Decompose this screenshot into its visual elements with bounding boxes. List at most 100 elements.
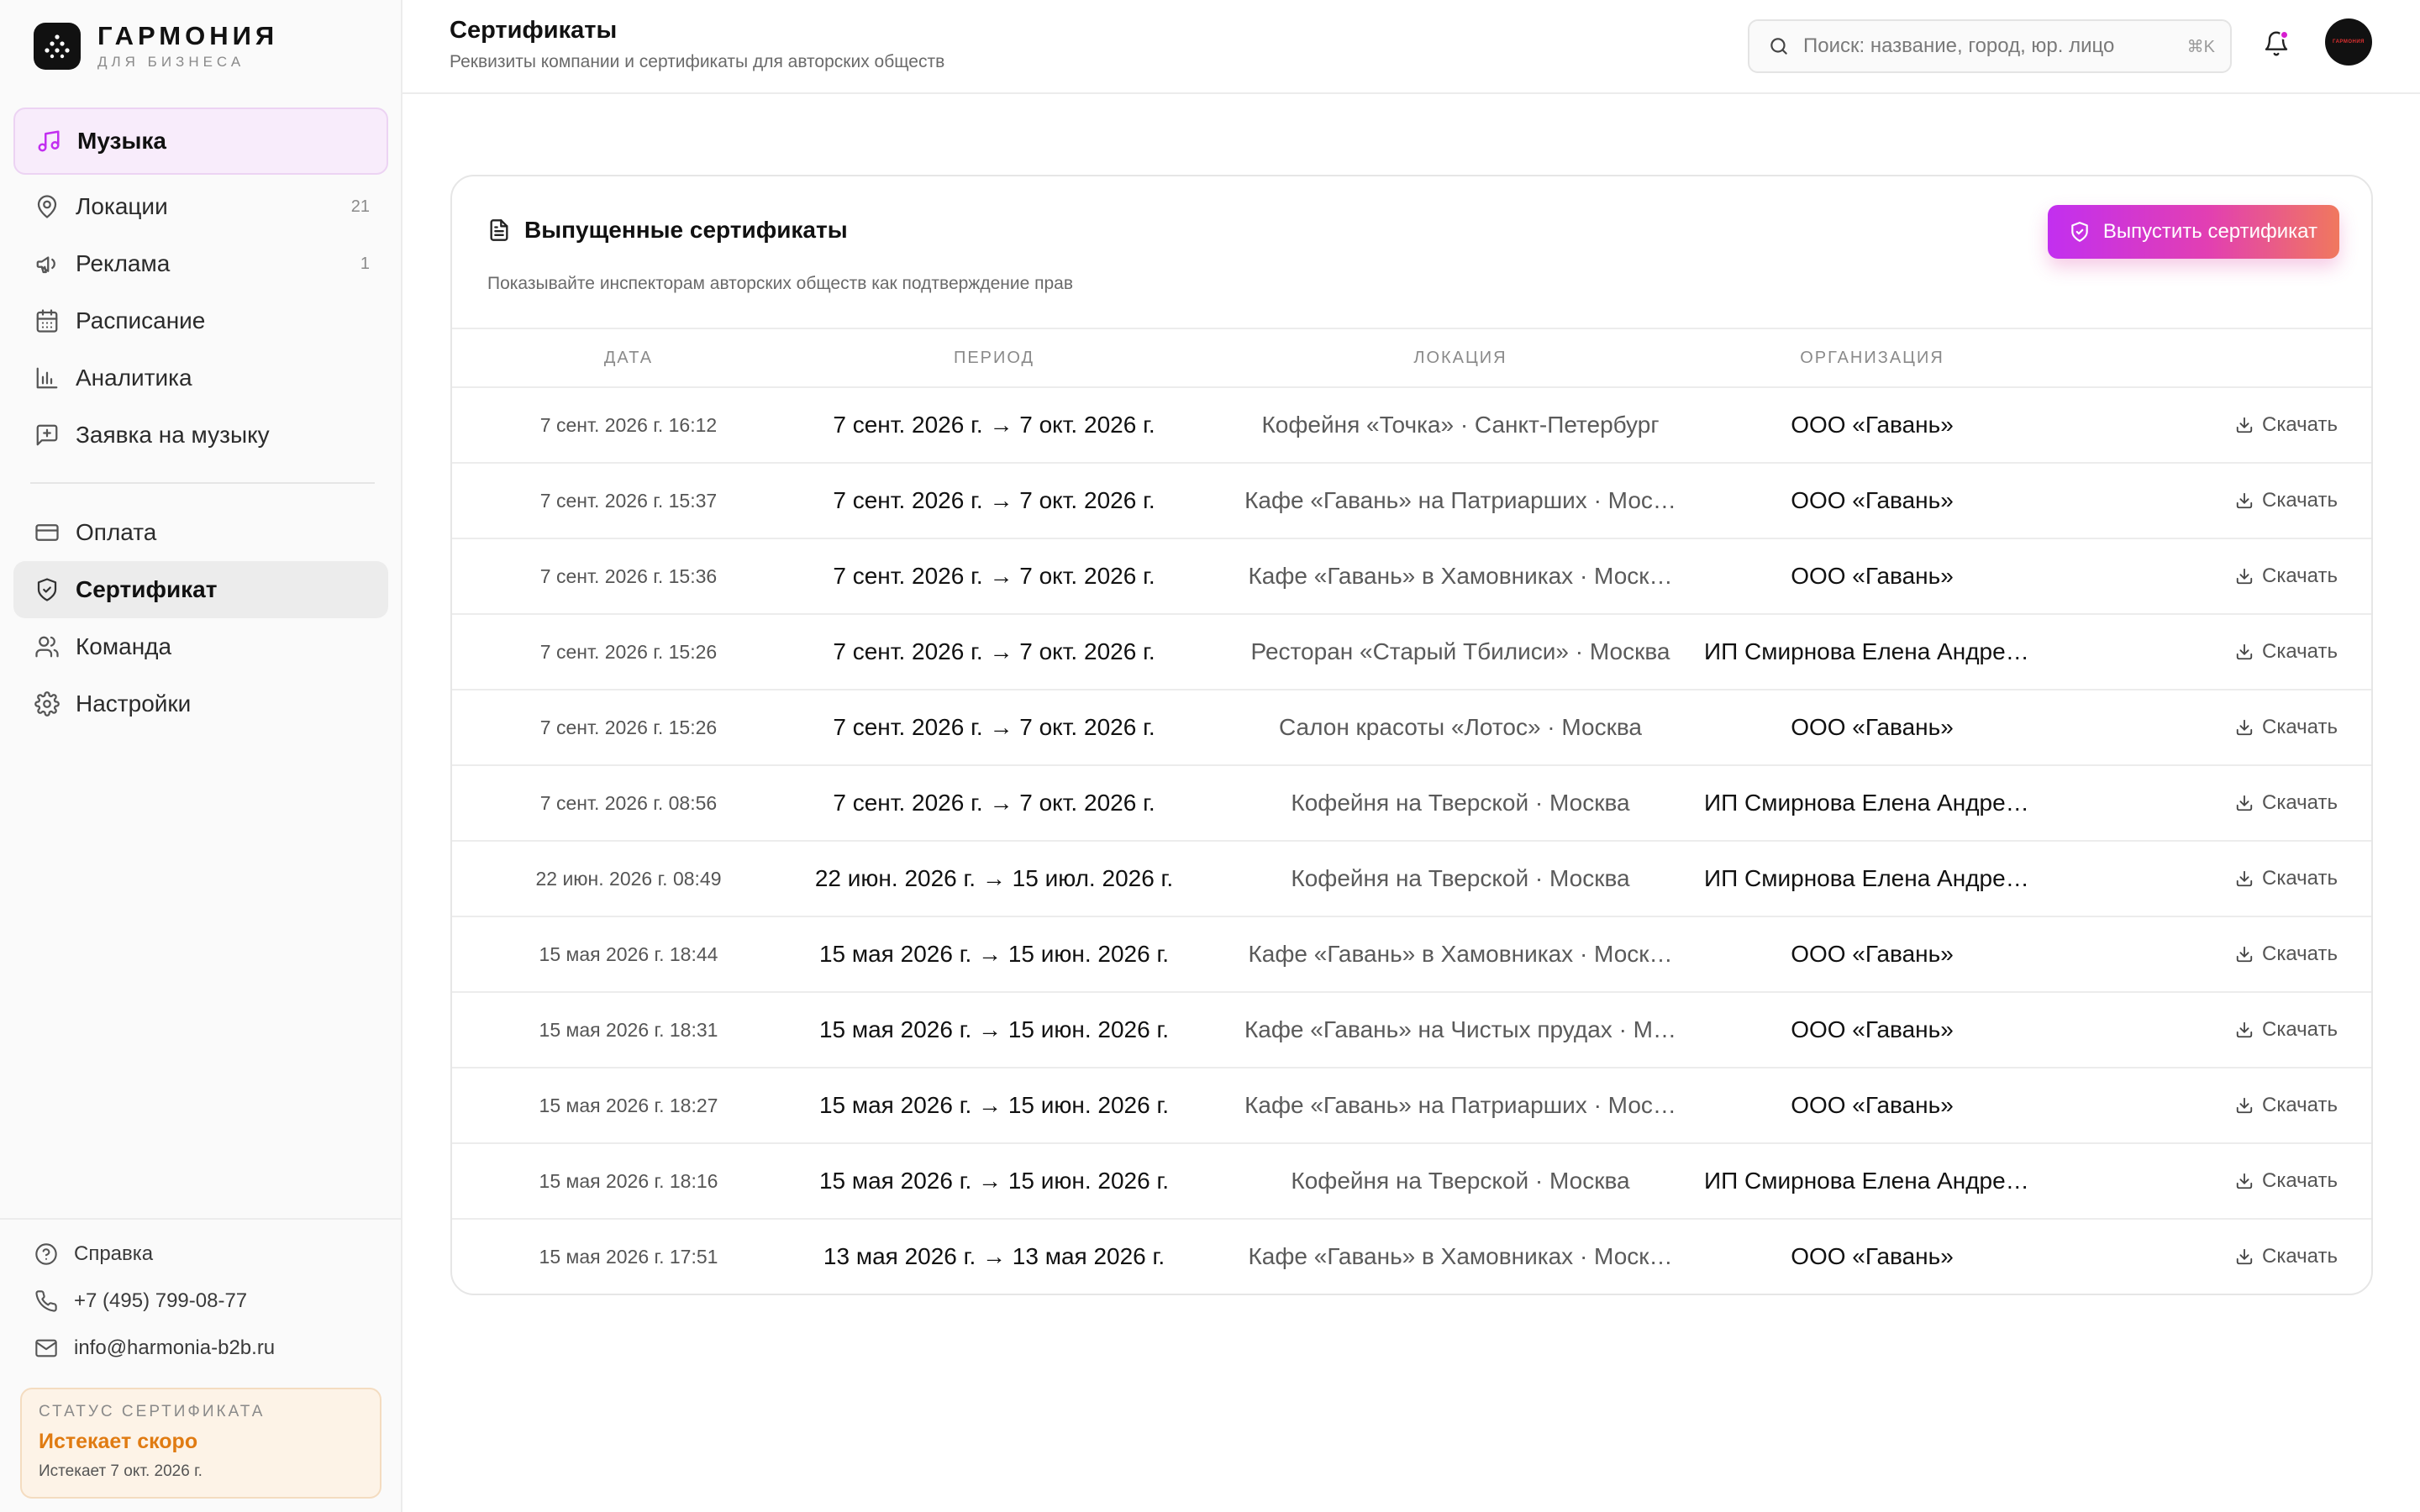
status-value: Истекает скоро	[39, 1430, 198, 1453]
download-button[interactable]: Скачать	[2233, 1068, 2338, 1142]
card-subtitle: Показывайте инспекторам авторских общест…	[487, 274, 1074, 293]
download-icon	[2233, 717, 2255, 738]
download-button[interactable]: Скачать	[2233, 1220, 2338, 1294]
email-link[interactable]: info@harmonia-b2b.ru	[34, 1336, 275, 1361]
cell-period: 15 мая 2026 г. → 15 июн. 2026 г.	[818, 941, 1170, 967]
download-label: Скачать	[2262, 1094, 2338, 1116]
sidebar-footer-divider	[0, 1218, 402, 1220]
download-button[interactable]: Скачать	[2233, 917, 2338, 991]
sidebar-item-music-request[interactable]: Заявка на музыку	[13, 407, 388, 464]
column-header-period[interactable]: ПЕРИОД	[771, 329, 1217, 386]
column-header-date[interactable]: ДАТА	[486, 329, 771, 386]
column-header-location[interactable]: ЛОКАЦИЯ	[1242, 329, 1679, 386]
download-button[interactable]: Скачать	[2233, 766, 2338, 840]
status-expiry: Истекает 7 окт. 2026 г.	[39, 1462, 203, 1480]
table-row: 7 сент. 2026 г. 15:36 7 сент. 2026 г. → 7…	[452, 539, 2371, 615]
sidebar-item-locations[interactable]: Локации 21	[13, 178, 388, 235]
download-icon	[2233, 565, 2255, 587]
cell-period: 15 мая 2026 г. → 15 июн. 2026 г.	[818, 1016, 1170, 1042]
brand-logo-icon	[34, 23, 81, 70]
sidebar-item-label: Реклама	[76, 250, 171, 276]
shield-check-icon	[2068, 220, 2091, 244]
certificates-table-body: 7 сент. 2026 г. 16:12 7 сент. 2026 г. → 7…	[452, 388, 2371, 1294]
table-row: 7 сент. 2026 г. 16:12 7 сент. 2026 г. → 7…	[452, 388, 2371, 464]
table-row: 15 мая 2026 г. 17:51 13 мая 2026 г. → 13 …	[452, 1220, 2371, 1294]
shield-icon	[32, 575, 62, 605]
download-icon	[2233, 414, 2255, 436]
help-circle-icon	[34, 1242, 59, 1267]
cell-organization: ИП Смирнова Елена Андреевна	[1704, 638, 2040, 664]
cell-location: Кафе «Гавань» в Хамовниках · Моск…	[1248, 563, 1673, 589]
search-input[interactable]	[1803, 34, 2173, 58]
cell-location: Кофейня на Тверской · Москва	[1291, 790, 1630, 816]
cell-period: 13 мая 2026 г. → 13 мая 2026 г.	[823, 1243, 1165, 1269]
sidebar-item-analytics[interactable]: Аналитика	[13, 349, 388, 407]
cell-period: 15 мая 2026 г. → 15 июн. 2026 г.	[818, 1168, 1170, 1194]
search-box[interactable]: ⌘K	[1748, 19, 2232, 73]
notifications-button[interactable]	[2260, 29, 2293, 62]
cell-period: 7 сент. 2026 г. → 7 окт. 2026 г.	[833, 563, 1155, 589]
cell-location: Кофейня на Тверской · Москва	[1291, 865, 1630, 891]
download-button[interactable]: Скачать	[2233, 539, 2338, 613]
cell-date: 22 июн. 2026 г. 08:49	[535, 868, 722, 890]
cell-location: Кафе «Гавань» в Хамовниках · Моск…	[1248, 1243, 1673, 1269]
cell-period: 7 сент. 2026 г. → 7 окт. 2026 г.	[833, 412, 1155, 438]
card-header: Выпущенные сертификаты	[486, 217, 848, 244]
phone-link[interactable]: +7 (495) 799-08-77	[34, 1289, 247, 1314]
download-icon	[2233, 868, 2255, 890]
download-icon	[2233, 641, 2255, 663]
download-button[interactable]: Скачать	[2233, 464, 2338, 538]
download-label: Скачать	[2262, 489, 2338, 512]
sidebar-item-label: Аналитика	[76, 365, 192, 391]
cell-location: Кафе «Гавань» в Хамовниках · Моск…	[1248, 941, 1673, 967]
download-icon	[2233, 490, 2255, 512]
issue-certificate-button[interactable]: Выпустить сертификат	[2047, 205, 2339, 259]
cell-location: Салон красоты «Лотос» · Москва	[1278, 714, 1642, 740]
download-icon	[2233, 1246, 2255, 1268]
music-note-icon	[34, 126, 64, 156]
cell-period: 7 сент. 2026 г. → 7 окт. 2026 г.	[833, 638, 1155, 664]
sidebar-item-schedule[interactable]: Расписание	[13, 292, 388, 349]
cell-location: Кафе «Гавань» на Чистых прудах · М…	[1244, 1016, 1676, 1042]
keyboard-shortcut-hint: ⌘K	[2186, 37, 2215, 56]
user-avatar[interactable]: ГАРМОНИЯ	[2325, 18, 2372, 66]
download-button[interactable]: Скачать	[2233, 388, 2338, 462]
cell-location: Кофейня «Точка» · Санкт-Петербург	[1261, 412, 1660, 438]
sidebar-item-payment[interactable]: Оплата	[13, 504, 388, 561]
certificates-card: Выпущенные сертификаты Показывайте инспе…	[450, 175, 2373, 1295]
top-header: Сертификаты Реквизиты компании и сертифи…	[402, 0, 2420, 94]
download-button[interactable]: Скачать	[2233, 615, 2338, 689]
help-link[interactable]: Справка	[34, 1242, 153, 1267]
sidebar-nav-secondary: Оплата Сертификат Команда Настройки	[13, 504, 388, 732]
cell-organization: ООО «Гавань»	[1791, 487, 1954, 513]
download-icon	[2233, 1170, 2255, 1192]
table-row: 15 мая 2026 г. 18:31 15 мая 2026 г. → 15 …	[452, 993, 2371, 1068]
cell-period: 7 сент. 2026 г. → 7 окт. 2026 г.	[833, 714, 1155, 740]
credit-card-icon	[32, 517, 62, 548]
download-button[interactable]: Скачать	[2233, 1144, 2338, 1218]
certificate-status-card: СТАТУС СЕРТИФИКАТА Истекает скоро Истека…	[20, 1388, 381, 1499]
sidebar-item-music[interactable]: Музыка	[13, 108, 388, 175]
download-icon	[2233, 1095, 2255, 1116]
notification-dot	[2280, 30, 2289, 39]
table-row: 7 сент. 2026 г. 15:26 7 сент. 2026 г. → 7…	[452, 615, 2371, 690]
sidebar-item-settings[interactable]: Настройки	[13, 675, 388, 732]
phone-icon	[34, 1289, 59, 1314]
column-header-organization[interactable]: ОРГАНИЗАЦИЯ	[1704, 329, 2040, 386]
status-title: СТАТУС СЕРТИФИКАТА	[39, 1403, 266, 1420]
sidebar-item-ads[interactable]: Реклама 1	[13, 235, 388, 292]
download-button[interactable]: Скачать	[2233, 690, 2338, 764]
cell-period: 15 мая 2026 г. → 15 июн. 2026 г.	[818, 1092, 1170, 1118]
cell-location: Кафе «Гавань» на Патриарших · Мос…	[1244, 1092, 1676, 1118]
brand[interactable]: ГАРМОНИЯ ДЛЯ БИЗНЕСА	[34, 22, 278, 71]
download-button[interactable]: Скачать	[2233, 993, 2338, 1067]
message-plus-icon	[32, 420, 62, 450]
cell-organization: ООО «Гавань»	[1791, 412, 1954, 438]
sidebar: ГАРМОНИЯ ДЛЯ БИЗНЕСА Музыка Локации 21 Р…	[0, 0, 402, 1512]
cell-organization: ООО «Гавань»	[1791, 1092, 1954, 1118]
download-icon	[2233, 792, 2255, 814]
download-button[interactable]: Скачать	[2233, 842, 2338, 916]
sidebar-item-certificate[interactable]: Сертификат	[13, 561, 388, 618]
gear-icon	[32, 689, 62, 719]
sidebar-item-team[interactable]: Команда	[13, 618, 388, 675]
